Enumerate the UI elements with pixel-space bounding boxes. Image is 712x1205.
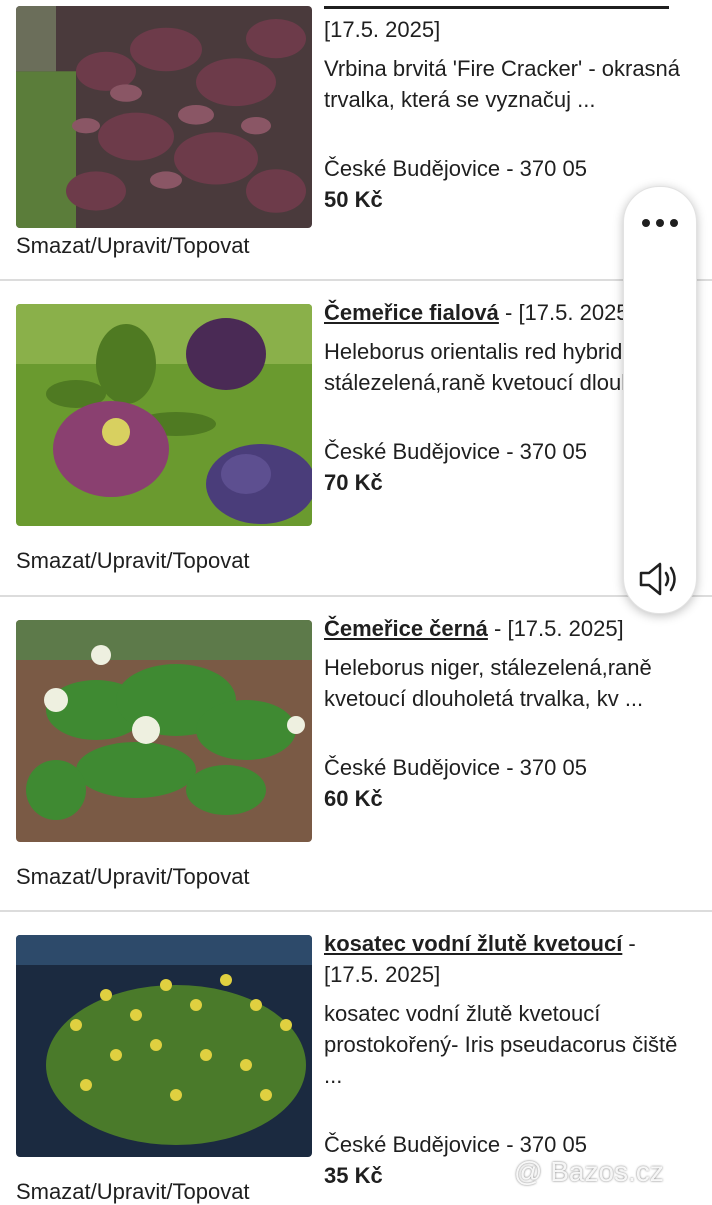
bazos-watermark: @ Bazos.cz [514,1156,664,1187]
listing-actions[interactable]: Smazat/Upravit/Topovat [16,864,250,890]
listing-1-info: [17.5. 2025] Vrbina brvitá 'Fire Cracker… [324,14,696,215]
listing-title-link[interactable]: Čemeřice černá [324,616,488,641]
listing-divider [0,279,712,281]
title-separator: - [487,616,508,641]
listing-date: [17.5. 2025] [518,300,635,325]
listing-description: kosatec vodní žlutě kvetoucí prostokořen… [324,1001,678,1088]
listing-1-photo[interactable] [16,6,312,228]
hellebore-purple-image [16,304,312,526]
listing-divider [0,595,712,597]
hellebore-black-image [16,620,312,842]
listing-date: [17.5. 2025] [324,962,441,987]
fire-cracker-plant-image [16,6,312,228]
listing-description: Vrbina brvitá 'Fire Cracker' - okrasná t… [324,56,681,112]
listing-3-info: Čemeřice černá - [17.5. 2025] Heleborus … [324,613,696,814]
title-separator: - [622,931,636,956]
listing-location: České Budějovice - 370 05 [324,156,587,181]
listing-actions[interactable]: Smazat/Upravit/Topovat [16,233,250,259]
listing-location: České Budějovice - 370 05 [324,755,587,780]
more-dots-icon[interactable] [642,215,678,233]
listing-actions[interactable]: Smazat/Upravit/Topovat [16,548,250,574]
listing-date: [17.5. 2025] [324,17,441,42]
yellow-iris-image [16,935,312,1157]
title-separator: - [498,300,519,325]
listing-description: Heleborus niger, stálezelená,raně kvetou… [324,655,652,711]
listing-2-photo[interactable] [16,304,312,526]
speaker-icon[interactable] [638,559,682,604]
listing-title-link[interactable]: kosatec vodní žlutě kvetoucí [324,931,622,956]
listing-title-link[interactable]: Čemeřice fialová [324,300,499,325]
listing-4-photo[interactable] [16,935,312,1157]
listing-actions[interactable]: Smazat/Upravit/Topovat [16,1179,250,1205]
title-underline-remnant [324,6,669,9]
floating-side-panel [623,186,697,614]
listing-3-photo[interactable] [16,620,312,842]
listing-date: [17.5. 2025] [507,616,624,641]
listing-price: 60 Kč [324,786,383,811]
listing-divider [0,910,712,912]
